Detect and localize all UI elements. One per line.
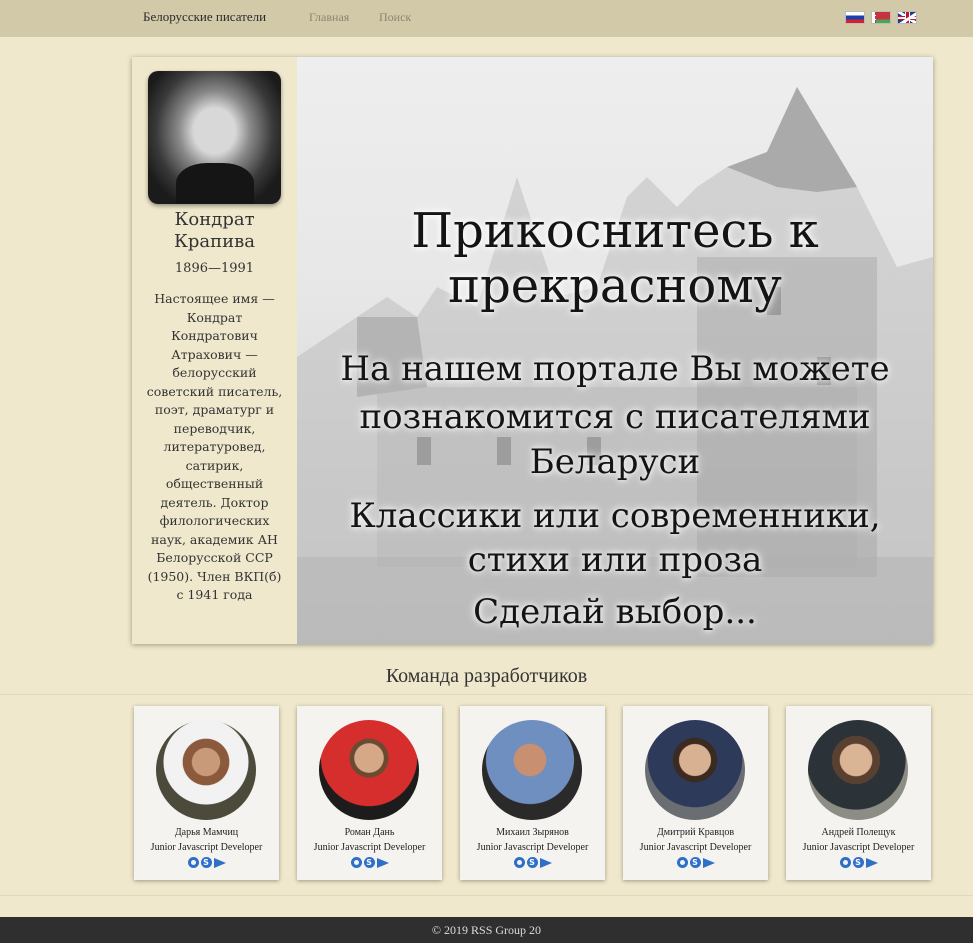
skype-icon[interactable]: S <box>526 857 538 868</box>
developer-card: Дарья Мамчиц Junior Javascript Developer… <box>134 706 279 880</box>
telegram-icon[interactable] <box>213 858 226 868</box>
banner-line: стихи или проза <box>467 540 763 580</box>
skype-icon[interactable]: S <box>852 857 864 868</box>
skype-icon[interactable]: S <box>689 857 701 868</box>
footer: © 2019 RSS Group 20 <box>0 917 973 943</box>
nav-search-link[interactable]: Поиск <box>379 10 411 25</box>
developer-contacts: S <box>134 857 279 869</box>
divider <box>0 694 973 695</box>
banner-line: познакомится с писателями <box>359 397 871 437</box>
github-icon[interactable] <box>187 857 199 868</box>
telegram-icon[interactable] <box>865 858 878 868</box>
developer-card: Дмитрий Кравцов Junior Javascript Develo… <box>623 706 768 880</box>
uk-flag-icon[interactable] <box>897 11 917 24</box>
developer-avatar <box>156 720 256 820</box>
divider <box>0 895 973 896</box>
nav-home-link[interactable]: Главная <box>309 10 349 25</box>
developer-name: Дарья Мамчиц <box>174 827 239 838</box>
github-icon[interactable] <box>350 857 362 868</box>
developer-name: Роман Дань <box>344 827 395 838</box>
skype-icon[interactable]: S <box>200 857 212 868</box>
banner-title: Прикоснитесь к прекрасному <box>411 203 819 314</box>
telegram-icon[interactable] <box>702 858 715 868</box>
developer-card: Андрей Полещук Junior Javascript Develop… <box>786 706 931 880</box>
developer-name: Михаил Зырянов <box>496 827 569 838</box>
developer-contacts: S <box>786 857 931 869</box>
footer-copyright: © 2019 RSS Group 20 <box>431 923 542 937</box>
developer-name: Андрей Полещук <box>821 827 896 838</box>
banner-line: Беларуси <box>529 442 701 482</box>
developer-role: Junior Javascript Developer <box>476 842 589 853</box>
developer-avatar <box>645 720 745 820</box>
developer-contacts: S <box>460 857 605 869</box>
developer-contacts: S <box>297 857 442 869</box>
developer-card: Роман Дань Junior Javascript Developer S <box>297 706 442 880</box>
author-of-the-day-card[interactable]: Кондрат Крапива 1896—1991 Настоящее имя … <box>132 57 297 644</box>
developer-role: Junior Javascript Developer <box>639 842 752 853</box>
developer-avatar <box>482 720 582 820</box>
banner-line: На нашем портале Вы можете <box>340 349 890 389</box>
telegram-icon[interactable] <box>539 858 552 868</box>
skype-icon[interactable]: S <box>363 857 375 868</box>
developer-role: Junior Javascript Developer <box>802 842 915 853</box>
author-photo[interactable] <box>148 71 281 204</box>
banner-line: Сделай выбор... <box>473 592 757 632</box>
author-bio: Настоящее имя — Кондрат Кондратович Атра… <box>146 291 283 602</box>
ru-flag-icon[interactable] <box>845 11 865 24</box>
developer-card: Михаил Зырянов Junior Javascript Develop… <box>460 706 605 880</box>
github-icon[interactable] <box>513 857 525 868</box>
welcome-banner: Прикоснитесь к прекрасному На нашем порт… <box>297 57 933 644</box>
developer-avatar <box>808 720 908 820</box>
navbar: Белорусские писатели Главная Поиск <box>0 0 973 37</box>
by-flag-icon[interactable] <box>871 11 891 24</box>
banner-line: Классики или современники, <box>349 496 881 536</box>
hero-section: Кондрат Крапива 1896—1991 Настоящее имя … <box>132 57 933 644</box>
team-title: Команда разработчиков <box>385 665 588 687</box>
developer-name: Дмитрий Кравцов <box>656 827 735 838</box>
github-icon[interactable] <box>839 857 851 868</box>
telegram-icon[interactable] <box>376 858 389 868</box>
developer-contacts: S <box>623 857 768 869</box>
brand-link[interactable]: Белорусские писатели <box>143 9 266 25</box>
author-name[interactable]: Кондрат Крапива <box>132 209 297 253</box>
developer-role: Junior Javascript Developer <box>150 842 263 853</box>
developer-avatar <box>319 720 419 820</box>
developer-role: Junior Javascript Developer <box>313 842 426 853</box>
github-icon[interactable] <box>676 857 688 868</box>
author-years: 1896—1991 <box>174 261 255 276</box>
